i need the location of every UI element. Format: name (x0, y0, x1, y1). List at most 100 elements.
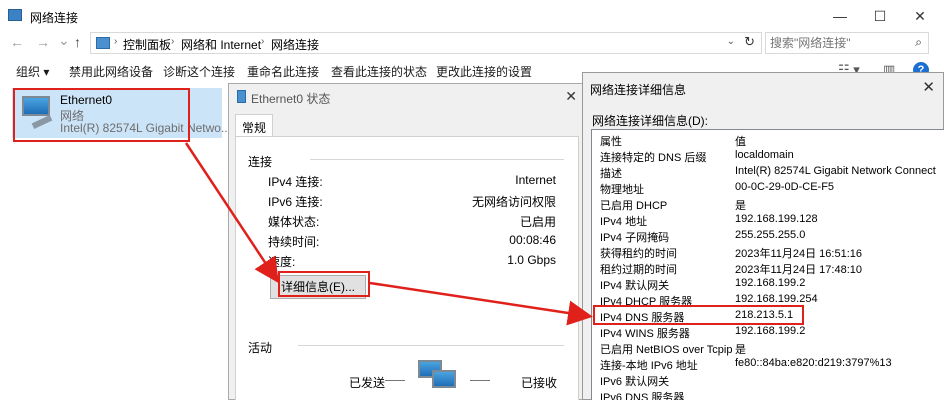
sent-dash (385, 380, 405, 381)
details-row[interactable]: 获得租约的时间 2023年11月24日 16:51:16 (592, 244, 944, 260)
speed-label: 速度: (268, 255, 296, 269)
breadcrumb-control-panel[interactable]: 控制面板 (123, 36, 171, 53)
breadcrumb-separator: › (171, 36, 175, 47)
details-row[interactable]: 物理地址 00-0C-29-0D-CE-F5 (592, 180, 944, 196)
breadcrumb-network-connections[interactable]: 网络连接 (271, 36, 319, 53)
sent-label: 已发送 (349, 376, 386, 390)
details-row[interactable]: 租约过期的时间 2023年11月24日 17:48:10 (592, 260, 944, 276)
details-value: Intel(R) 82574L Gigabit Network Connect (735, 165, 936, 177)
address-bar[interactable]: › 控制面板 › 网络和 Internet › 网络连接 ⌄ ↻ (90, 32, 762, 54)
search-input[interactable] (770, 36, 904, 50)
status-dialog-close-button[interactable]: ✕ (565, 88, 577, 105)
details-property: 物理地址 (600, 184, 644, 196)
organize-menu[interactable]: 组织 ▾ (16, 63, 49, 80)
details-row[interactable]: IPv6 DNS 服务器 (592, 388, 944, 400)
details-property: IPv4 子网掩码 (600, 232, 670, 244)
ipv6-connectivity-value: 无网络访问权限 (471, 195, 556, 209)
details-value: 192.168.199.2 (735, 325, 806, 337)
network-activity-icon (418, 360, 460, 396)
details-value: fe80::84ba:e820:d219:3797%13 (735, 357, 892, 369)
section-divider (310, 159, 564, 160)
details-value: 255.255.255.0 (735, 229, 806, 241)
details-dialog-close-button[interactable]: ✕ (922, 78, 935, 96)
details-value: 是 (735, 344, 746, 356)
details-property: IPv6 DNS 服务器 (600, 392, 685, 400)
speed-value: 1.0 Gbps (507, 253, 556, 267)
chevron-down-icon[interactable]: ⌄ (727, 36, 735, 47)
forward-arrow-icon[interactable]: → (36, 34, 50, 50)
details-row[interactable]: 已启用 DHCP 是 (592, 196, 944, 212)
minimize-button[interactable]: — (830, 6, 850, 26)
details-row[interactable]: IPv6 默认网关 (592, 372, 944, 388)
media-state-value: 已启用 (519, 215, 556, 229)
search-icon[interactable]: ⌕ (915, 35, 922, 50)
maximize-button[interactable]: ☐ (870, 6, 890, 26)
address-row: ← → ⌄ ↑ › 控制面板 › 网络和 Internet › 网络连接 ⌄ ↻… (0, 32, 944, 54)
details-row[interactable]: 已启用 NetBIOS over Tcpip 是 (592, 340, 944, 356)
duration-value: 00:08:46 (509, 233, 556, 247)
details-dialog-title: 网络连接详细信息 (590, 83, 687, 97)
diagnose-connection-button[interactable]: 诊断这个连接 (163, 63, 235, 80)
details-row[interactable]: IPv4 WINS 服务器 192.168.199.2 (592, 324, 944, 340)
activity-section-label: 活动 (248, 341, 273, 355)
details-property: IPv4 地址 (600, 216, 648, 228)
details-list[interactable]: 属性 值 连接特定的 DNS 后缀 localdomain 描述 Intel(R) 8… (591, 129, 944, 400)
details-property: 已启用 NetBIOS over Tcpip (600, 344, 733, 356)
details-property: IPv4 默认网关 (600, 280, 670, 292)
details-row[interactable]: IPv4 子网掩码 255.255.255.0 (592, 228, 944, 244)
highlight-box-dns-server (593, 305, 804, 325)
highlight-box-details-button (278, 271, 370, 297)
details-property: IPv4 WINS 服务器 (600, 328, 690, 340)
disable-device-button[interactable]: 禁用此网络设备 (69, 63, 153, 80)
details-property: 描述 (600, 168, 622, 180)
network-folder-icon (8, 9, 22, 21)
details-row[interactable]: 描述 Intel(R) 82574L Gigabit Network Connec… (592, 164, 944, 180)
section-divider (298, 345, 564, 346)
view-status-button[interactable]: 查看此连接的状态 (331, 63, 427, 80)
general-tab-panel: 连接 IPv4 连接: Internet IPv6 连接: 无网络访问权限 媒体… (235, 136, 579, 400)
received-dash (470, 380, 490, 381)
change-settings-button[interactable]: 更改此连接的设置 (436, 63, 532, 80)
ipv4-connectivity-value: Internet (515, 173, 556, 187)
title-bar: 网络连接 — ☐ ✕ (0, 0, 944, 32)
screen: 网络连接 — ☐ ✕ ← → ⌄ ↑ › 控制面板 › 网络和 Internet… (0, 0, 944, 400)
details-value: 2023年11月24日 16:51:16 (735, 248, 862, 260)
back-arrow-icon[interactable]: ← (10, 34, 24, 50)
search-box[interactable]: ⌕ (765, 32, 929, 54)
value-column-header[interactable]: 值 (735, 133, 746, 149)
ethernet-status-dialog: Ethernet0 状态 ✕ 常规 连接 IPv4 连接: Internet I… (228, 83, 584, 400)
details-list-label: 网络连接详细信息(D): (592, 114, 708, 128)
details-value: 2023年11月24日 17:48:10 (735, 264, 862, 276)
details-row[interactable]: 连接-本地 IPv6 地址 fe80::84ba:e820:d219:3797%1… (592, 356, 944, 372)
rename-connection-button[interactable]: 重命名此连接 (247, 63, 319, 80)
details-property: IPv6 默认网关 (600, 376, 670, 388)
breadcrumb-network-internet[interactable]: 网络和 Internet (181, 36, 261, 53)
recent-locations-icon[interactable]: ⌄ (58, 32, 70, 49)
list-header: 属性 值 (592, 132, 944, 148)
breadcrumb-separator: › (261, 36, 265, 47)
close-button[interactable]: ✕ (910, 6, 930, 26)
refresh-icon[interactable]: ↻ (744, 34, 755, 50)
details-property: 获得租约的时间 (600, 248, 677, 260)
ipv6-connectivity-label: IPv6 连接: (268, 195, 323, 209)
window-title: 网络连接 (30, 11, 79, 25)
details-row[interactable]: 连接特定的 DNS 后缀 localdomain (592, 148, 944, 164)
details-row[interactable]: IPv4 默认网关 192.168.199.2 (592, 276, 944, 292)
tab-general[interactable]: 常规 (235, 114, 273, 138)
details-value: 是 (735, 200, 746, 212)
connection-details-dialog: 网络连接详细信息 ✕ 网络连接详细信息(D): 属性 值 连接特定的 DNS 后… (582, 72, 944, 400)
details-row[interactable]: IPv4 地址 192.168.199.128 (592, 212, 944, 228)
details-value: 192.168.199.128 (735, 213, 818, 225)
details-property: 已启用 DHCP (600, 200, 668, 212)
breadcrumb-separator: › (114, 36, 118, 47)
property-column-header[interactable]: 属性 (600, 133, 622, 149)
up-arrow-icon[interactable]: ↑ (74, 34, 81, 50)
received-label: 已接收 (521, 376, 558, 390)
duration-label: 持续时间: (268, 235, 320, 249)
details-value: 192.168.199.254 (735, 293, 818, 305)
ipv4-connectivity-label: IPv4 连接: (268, 175, 323, 189)
details-value: localdomain (735, 149, 794, 161)
highlight-box-adapter (13, 88, 190, 142)
network-icon (237, 90, 246, 103)
media-state-label: 媒体状态: (268, 215, 320, 229)
